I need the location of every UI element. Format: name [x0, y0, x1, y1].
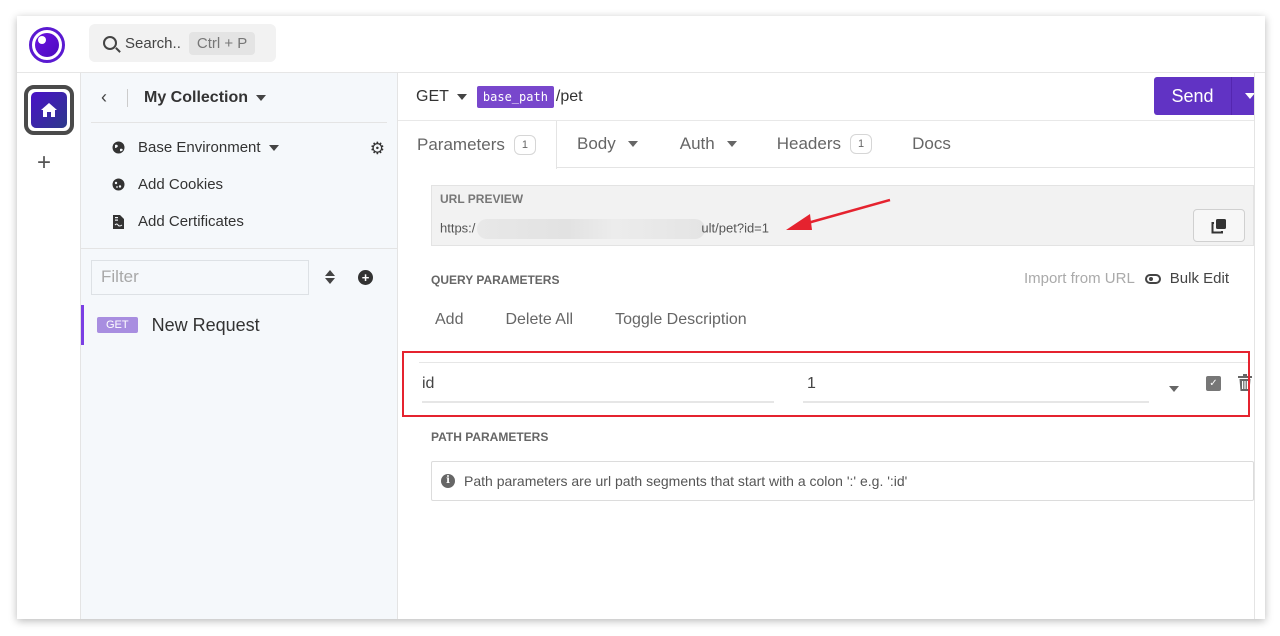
app-logo[interactable] — [29, 27, 65, 63]
tab-body[interactable]: Body — [557, 121, 660, 167]
divider — [127, 88, 128, 107]
tab-docs[interactable]: Docs — [892, 121, 971, 167]
search-icon — [103, 36, 117, 50]
tab-headers[interactable]: Headers 1 — [757, 121, 892, 167]
chevron-down-icon — [726, 141, 737, 147]
sidebar: ‹ My Collection Base Environment ⚙ Add C… — [81, 73, 398, 619]
delete-all-button[interactable]: Delete All — [505, 311, 573, 329]
environment-selector[interactable]: Base Environment ⚙ — [81, 129, 397, 166]
count-badge: 1 — [850, 134, 873, 154]
method-label: GET — [416, 87, 449, 105]
cookie-icon — [111, 178, 125, 192]
path-parameters-heading: PATH PARAMETERS — [431, 430, 549, 444]
tab-label: Auth — [679, 134, 715, 153]
add-certificates-item[interactable]: Add Certificates — [81, 203, 397, 240]
method-selector[interactable]: GET — [416, 88, 477, 106]
add-cookies-item[interactable]: Add Cookies — [81, 166, 397, 203]
url-bar: GET base_path /pet Send — [398, 73, 1265, 121]
globe-icon — [111, 141, 125, 155]
gear-icon[interactable]: ⚙ — [370, 139, 385, 159]
tab-label: Parameters — [417, 135, 505, 154]
chevron-down-icon — [627, 141, 638, 147]
count-badge: 1 — [513, 135, 536, 155]
search-bar[interactable]: Search.. Ctrl + P — [89, 24, 276, 62]
tab-label: Docs — [912, 134, 951, 153]
add-certificates-label: Add Certificates — [138, 213, 244, 230]
tab-auth[interactable]: Auth — [660, 121, 757, 167]
environment-label: Base Environment — [138, 139, 261, 156]
path-parameters-info-text: Path parameters are url path segments th… — [464, 473, 908, 489]
add-param-button[interactable]: Add — [435, 311, 463, 329]
copy-icon — [1211, 218, 1226, 233]
search-shortcut: Ctrl + P — [188, 31, 256, 55]
home-button[interactable] — [24, 85, 74, 135]
left-rail: + — [17, 73, 81, 619]
url-preview-value: https:/ ult/pet?id=1 — [440, 219, 769, 239]
copy-url-button[interactable] — [1193, 209, 1245, 242]
path-parameters-info: i Path parameters are url path segments … — [431, 461, 1254, 501]
url-prefix: https:/ — [440, 220, 476, 236]
chevron-down-icon — [268, 144, 279, 151]
filter-input[interactable] — [91, 259, 309, 295]
home-icon — [41, 103, 57, 117]
sort-icon[interactable] — [325, 270, 335, 284]
url-suffix: ult/pet?id=1 — [701, 220, 770, 236]
query-parameters-heading: QUERY PARAMETERS — [431, 273, 560, 287]
app-window: Search.. Ctrl + P + ‹ My Collection Base… — [17, 16, 1265, 619]
method-badge: GET — [97, 317, 138, 333]
url-preview-label: URL PREVIEW — [440, 192, 524, 206]
right-panel-edge — [1254, 73, 1265, 619]
add-request-icon[interactable]: + — [358, 269, 373, 285]
request-list-item[interactable]: GET New Request — [81, 305, 397, 345]
request-name: New Request — [151, 314, 260, 335]
tab-label: Headers — [776, 134, 841, 153]
query-tools: Import from URL Bulk Edit — [1024, 270, 1229, 287]
annotation-arrow — [786, 198, 891, 230]
request-tabs: Parameters 1 Body Auth Headers 1 Docs — [398, 121, 1254, 169]
filter-row: + — [81, 249, 397, 305]
send-button[interactable]: Send — [1154, 77, 1232, 115]
tab-label: Body — [577, 134, 616, 153]
back-chevron-icon[interactable]: ‹ — [101, 87, 117, 108]
search-placeholder: Search.. — [125, 34, 181, 52]
query-actions: Add Delete All Toggle Description — [435, 311, 789, 329]
redacted-region — [477, 219, 706, 239]
toggle-description-button[interactable]: Toggle Description — [615, 311, 747, 329]
info-icon: i — [441, 474, 455, 488]
chevron-down-icon — [456, 93, 467, 100]
top-bar: Search.. Ctrl + P — [17, 16, 1265, 73]
certificate-icon — [111, 214, 125, 229]
chevron-down-icon — [1244, 93, 1255, 99]
collection-title[interactable]: My Collection — [144, 89, 248, 107]
env-variable-tag[interactable]: base_path — [476, 85, 554, 108]
request-panel: GET base_path /pet Send Parameters 1 Bod… — [398, 73, 1265, 619]
send-button-group: Send — [1154, 77, 1265, 115]
toggle-icon[interactable] — [1144, 273, 1161, 284]
annotation-highlight-box — [402, 351, 1250, 417]
url-input[interactable]: /pet — [556, 88, 583, 106]
add-workspace-button[interactable]: + — [37, 151, 51, 175]
tab-parameters[interactable]: Parameters 1 — [398, 121, 557, 169]
add-cookies-label: Add Cookies — [138, 176, 224, 193]
collection-header: ‹ My Collection — [91, 73, 387, 123]
chevron-down-icon[interactable] — [256, 94, 267, 101]
bulk-edit-button[interactable]: Bulk Edit — [1170, 270, 1229, 287]
environment-section: Base Environment ⚙ Add Cookies Add Certi… — [81, 123, 397, 249]
import-from-url-button[interactable]: Import from URL — [1024, 270, 1135, 287]
